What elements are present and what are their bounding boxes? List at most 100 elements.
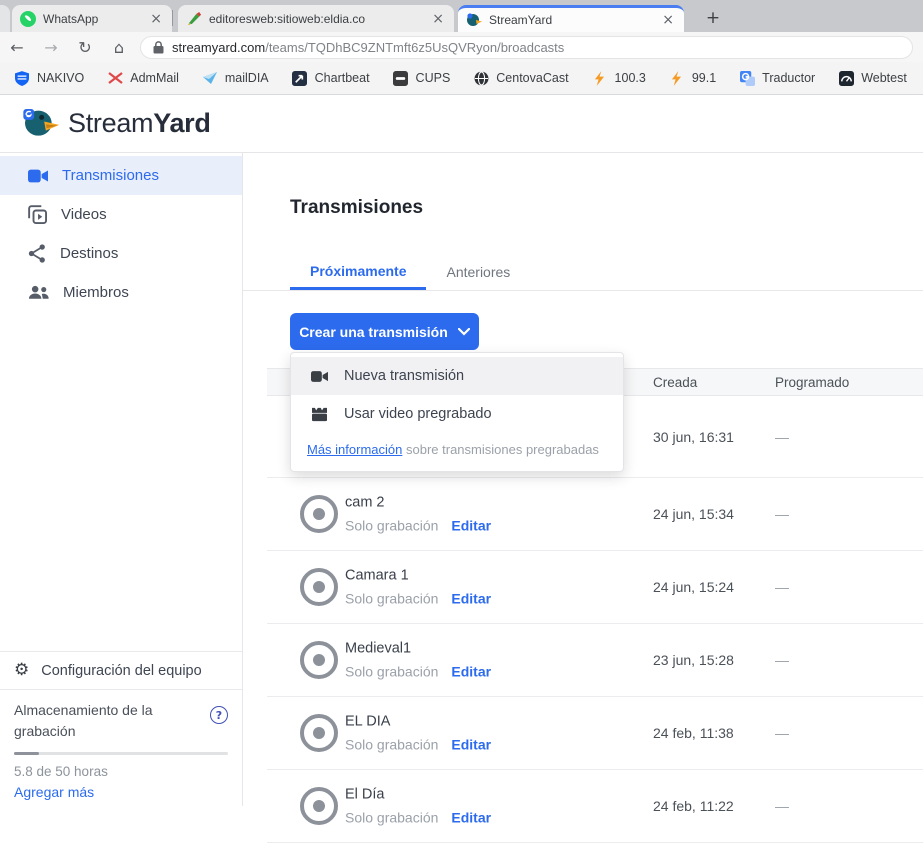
broadcast-subtitle: Solo grabación [345,737,438,753]
logo-yard: Yard [153,108,210,138]
bookmark-nakivo[interactable]: NAKIVO [14,70,84,86]
bookmark-traductor[interactable]: Traductor [739,70,815,86]
sidebar-nav: Transmisiones Videos Destinos Miembros [0,153,242,312]
bookmark-webtest[interactable]: Webtest [838,70,907,86]
back-icon[interactable]: ← [0,38,34,57]
partial-tab[interactable] [0,5,10,32]
address-bar[interactable]: streamyard.com/teams/TQDhBC9ZNTmft6z5UsQ… [140,36,913,59]
bookmark-99-1[interactable]: 99.1 [669,70,716,86]
sidebar-item-label: Destinos [60,245,118,262]
bolt-icon [669,70,685,86]
shield-icon [14,70,30,86]
tab-editoresweb[interactable]: editoresweb:sitioweb:eldia.co × [178,5,454,32]
editoresweb-icon [186,11,202,27]
help-icon[interactable]: ? [210,706,228,724]
bookmark-label: Chartbeat [315,71,370,85]
create-broadcast-dropdown: Nueva transmisión Usar video pregrabado … [290,352,624,472]
record-icon [300,495,338,533]
close-icon[interactable]: × [660,13,676,27]
storage-progress-fill [14,752,39,755]
tab-streamyard[interactable]: StreamYard × [458,5,684,32]
home-icon[interactable]: ⌂ [102,38,136,57]
menu-item-usar-video-pregrabado[interactable]: Usar video pregrabado [291,395,623,433]
tab-bar: WhatsApp × editoresweb:sitioweb:eldia.co… [0,0,923,32]
bookmark-chartbeat[interactable]: Chartbeat [292,70,370,86]
sidebar-item-destinos[interactable]: Destinos [0,234,242,273]
edit-link[interactable]: Editar [451,810,491,826]
bookmark-label: AdmMail [130,71,179,85]
bookmark-100-3[interactable]: 100.3 [592,70,646,86]
menu-item-label: Usar video pregrabado [344,406,492,422]
storage-label: Almacenamiento de la grabación [14,700,186,741]
logo-stream: Stream [68,108,153,138]
new-tab-button[interactable]: + [700,6,726,30]
broadcast-subtitle: Solo grabación [345,810,438,826]
bookmark-label: mailDIA [225,71,269,85]
dropdown-footer: Más información sobre transmisiones preg… [291,433,623,457]
edit-link[interactable]: Editar [451,591,491,607]
streamyard-favicon [466,12,482,28]
bookmarks-bar: NAKIVO AdmMail mailDIA Chartbeat CUPS Ce… [0,62,923,95]
tab-anteriores[interactable]: Anteriores [426,254,530,290]
learn-more-link[interactable]: Más información [307,442,402,457]
tab-title: WhatsApp [43,12,141,26]
row-created: 30 jun, 16:31 [653,396,734,477]
table-row: El Día Solo grabaciónEditar 24 feb, 11:2… [267,770,923,843]
whatsapp-icon [20,11,36,27]
tab-proximamente[interactable]: Próximamente [290,254,426,290]
bookmark-admmail[interactable]: AdmMail [107,70,179,86]
row-created: 24 jun, 15:34 [653,478,734,550]
row-created: 23 jun, 15:28 [653,624,734,696]
table-row: cam 2 Solo grabaciónEditar 24 jun, 15:34… [267,478,923,551]
bookmark-centovacast[interactable]: CentovaCast [473,70,568,86]
streamyard-logo-icon [20,104,60,144]
bookmark-maildia[interactable]: mailDIA [202,70,269,86]
team-settings-label: Configuración del equipo [41,663,201,679]
menu-item-nueva-transmision[interactable]: Nueva transmisión [291,357,623,395]
sidebar: Transmisiones Videos Destinos Miembros ⚙… [0,153,243,806]
page-title: Transmisiones [290,197,423,219]
forward-icon[interactable]: → [34,38,68,57]
sidebar-item-transmisiones[interactable]: Transmisiones [0,156,242,195]
browser-toolbar: ← → ↻ ⌂ streamyard.com/teams/TQDhBC9ZNTm… [0,32,923,62]
url-path: /teams/TQDhBC9ZNTmft6z5UsQVRyon/broadcas… [265,40,564,55]
record-icon [300,787,338,825]
broadcast-name: Camara 1 [345,568,491,584]
url-text: streamyard.com/teams/TQDhBC9ZNTmft6z5UsQ… [172,40,564,55]
broadcast-name: cam 2 [345,495,491,511]
chevron-down-icon [458,328,470,336]
sidebar-item-miembros[interactable]: Miembros [0,273,242,312]
team-settings-button[interactable]: ⚙ Configuración del equipo [0,651,242,689]
broadcast-subtitle: Solo grabación [345,591,438,607]
reload-icon[interactable]: ↻ [68,38,102,57]
app-header: StreamYard [0,95,923,153]
bookmark-label: 99.1 [692,71,716,85]
sidebar-item-label: Transmisiones [62,167,159,184]
people-icon [28,285,49,300]
close-icon[interactable]: × [430,12,446,26]
share-icon [28,244,46,263]
record-icon [300,714,338,752]
broadcast-tabs: Próximamente Anteriores [290,254,530,290]
row-scheduled: — [775,624,789,696]
translate-icon [739,70,755,86]
edit-link[interactable]: Editar [451,518,491,534]
tab-whatsapp[interactable]: WhatsApp × [12,5,172,32]
record-icon [300,641,338,679]
bookmark-label: CentovaCast [496,71,568,85]
column-header-created: Creada [653,369,697,395]
bookmark-label: Traductor [762,71,815,85]
mail-x-icon [107,70,123,86]
create-broadcast-button[interactable]: Crear una transmisión [290,313,479,350]
add-more-link[interactable]: Agregar más [14,784,228,800]
gauge-icon [838,70,854,86]
edit-link[interactable]: Editar [451,737,491,753]
close-icon[interactable]: × [148,12,164,26]
bookmark-cups[interactable]: CUPS [393,70,451,86]
edit-link[interactable]: Editar [451,664,491,680]
bolt-icon [592,70,608,86]
broadcast-name: El Día [345,787,491,803]
video-camera-icon [28,168,48,184]
storage-progress-bar [14,752,228,755]
sidebar-item-videos[interactable]: Videos [0,195,242,234]
